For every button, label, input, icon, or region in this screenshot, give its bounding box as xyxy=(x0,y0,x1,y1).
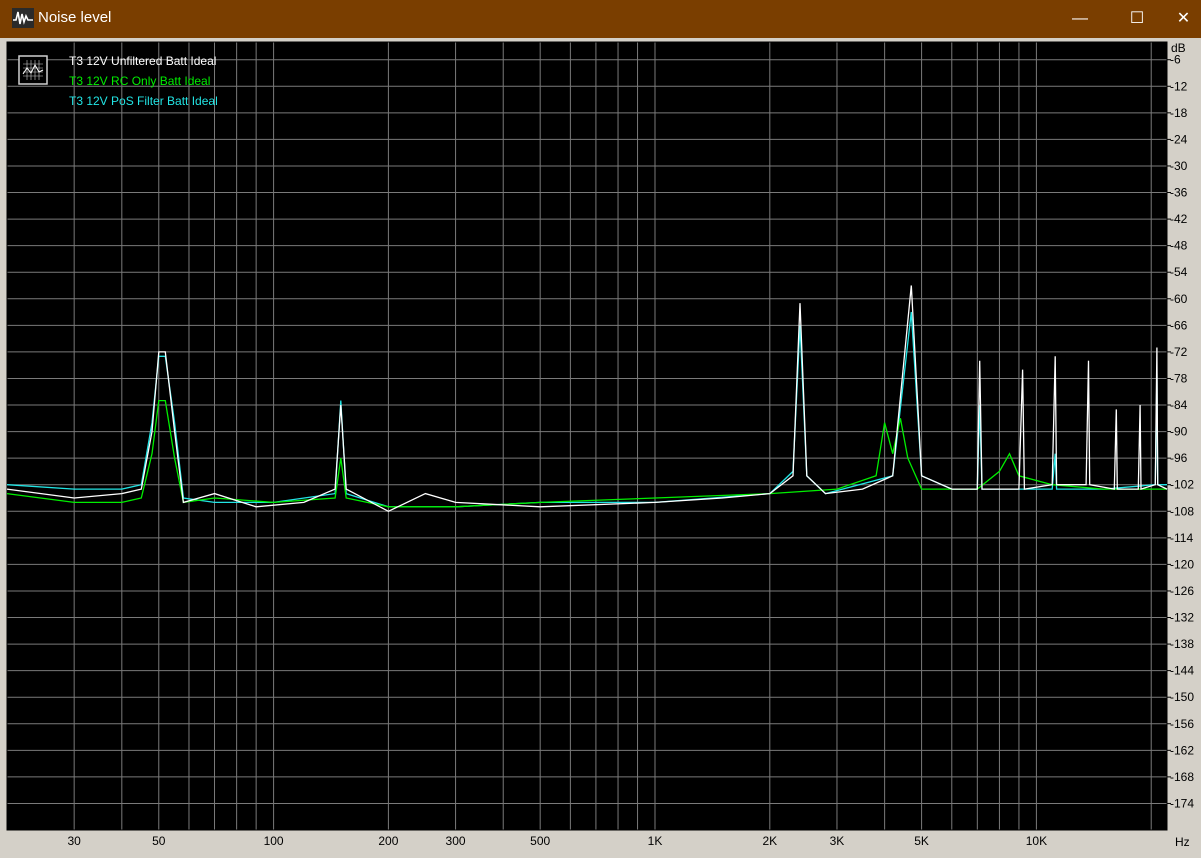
y-tick-label: -108 xyxy=(1170,504,1194,518)
y-tick-label: -102 xyxy=(1170,478,1194,492)
x-tick-label: 100 xyxy=(264,834,284,848)
y-tick-label: -42 xyxy=(1170,212,1188,226)
noise-level-app-icon xyxy=(12,8,34,28)
y-tick-label: -84 xyxy=(1170,398,1188,412)
x-tick-label: 300 xyxy=(446,834,466,848)
maximize-button[interactable]: ☐ xyxy=(1114,0,1160,38)
y-tick-label: -72 xyxy=(1170,345,1188,359)
legend-entry-3: T3 12V PoS Filter Batt Ideal xyxy=(69,94,218,108)
noise-level-chart: -6-12-18-24-30-36-42-48-54-60-66-72-78-8… xyxy=(6,41,1194,849)
y-tick-label: -168 xyxy=(1170,770,1194,784)
x-tick-label: 2K xyxy=(762,834,777,848)
y-tick-label: -126 xyxy=(1170,584,1194,598)
x-tick-label: 30 xyxy=(67,834,81,848)
y-tick-label: -138 xyxy=(1170,637,1194,651)
y-tick-label: -132 xyxy=(1170,611,1194,625)
y-tick-label: -48 xyxy=(1170,239,1188,253)
window-title: Noise level xyxy=(38,9,112,26)
y-tick-label: -156 xyxy=(1170,717,1194,731)
x-tick-label: 50 xyxy=(152,834,166,848)
y-tick-label: -24 xyxy=(1170,132,1188,146)
x-tick-label: 200 xyxy=(378,834,398,848)
close-button[interactable]: ✕ xyxy=(1166,0,1201,38)
y-tick-label: -90 xyxy=(1170,425,1188,439)
y-tick-label: -30 xyxy=(1170,159,1188,173)
x-tick-label: 500 xyxy=(530,834,550,848)
y-tick-label: -18 xyxy=(1170,106,1188,120)
x-tick-label: 1K xyxy=(648,834,663,848)
y-tick-label: -54 xyxy=(1170,265,1188,279)
x-axis-label: Hz xyxy=(1175,835,1190,849)
legend-entry-2: T3 12V RC Only Batt Ideal xyxy=(69,74,210,88)
y-tick-label: -96 xyxy=(1170,451,1188,465)
y-tick-label: -36 xyxy=(1170,186,1188,200)
title-bar: Noise level — ☐ ✕ xyxy=(0,0,1201,38)
y-tick-label: -120 xyxy=(1170,557,1194,571)
legend-entry-1: T3 12V Unfiltered Batt Ideal xyxy=(69,54,216,68)
y-tick-label: -60 xyxy=(1170,292,1188,306)
y-tick-label: -174 xyxy=(1170,796,1194,810)
x-tick-label: 3K xyxy=(830,834,845,848)
y-axis-label: dB xyxy=(1171,41,1186,55)
y-tick-label: -114 xyxy=(1170,531,1193,545)
x-tick-label: 10K xyxy=(1026,834,1047,848)
y-tick-label: -162 xyxy=(1170,743,1194,757)
y-tick-label: -144 xyxy=(1170,664,1194,678)
plot-area xyxy=(7,42,1167,830)
y-tick-label: -150 xyxy=(1170,690,1194,704)
x-tick-label: 5K xyxy=(914,834,929,848)
y-tick-label: -12 xyxy=(1170,79,1188,93)
minimize-button[interactable]: — xyxy=(1057,0,1103,38)
y-tick-label: -78 xyxy=(1170,371,1188,385)
y-tick-label: -66 xyxy=(1170,318,1188,332)
